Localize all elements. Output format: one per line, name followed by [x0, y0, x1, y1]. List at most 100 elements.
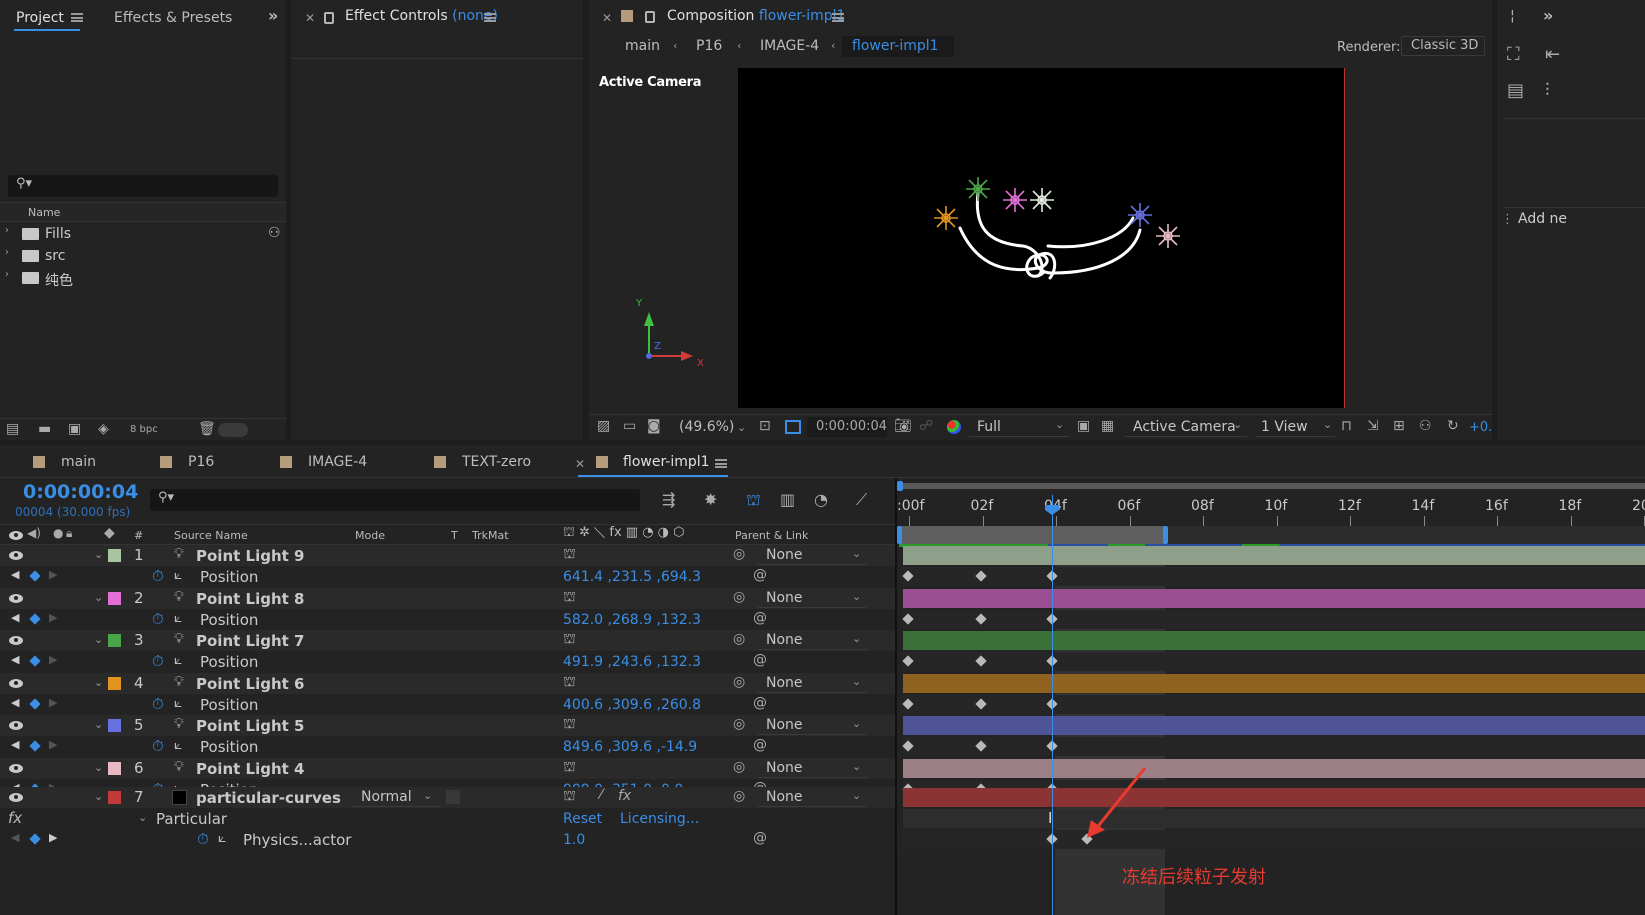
- property-row-position[interactable]: ◀ ▶ ⏱ ⟀ Position 641.4 ,231.5 ,694.3 @: [0, 566, 895, 587]
- parent-dropdown[interactable]: None ⌄: [758, 716, 866, 735]
- expression-pickwhip-icon[interactable]: @: [753, 610, 767, 626]
- parent-dropdown[interactable]: None ⌄: [758, 788, 866, 807]
- pickwhip-icon[interactable]: ◎: [733, 759, 745, 775]
- tab-text-zero[interactable]: TEXT-zero: [462, 454, 531, 470]
- visibility-eye-icon[interactable]: [9, 793, 23, 802]
- breadcrumb-image4[interactable]: IMAGE-4: [760, 38, 819, 54]
- tab-composition[interactable]: Composition flower-impl1: [667, 8, 845, 24]
- column-trkmat[interactable]: TrkMat: [472, 529, 509, 542]
- expression-pickwhip-icon[interactable]: @: [753, 737, 767, 753]
- graph-icon[interactable]: ⟀: [174, 737, 182, 753]
- motion-blur-icon[interactable]: ◔: [814, 490, 828, 509]
- next-keyframe-icon[interactable]: ▶: [49, 568, 57, 581]
- next-keyframe-icon[interactable]: ▶: [49, 653, 57, 666]
- layer-name[interactable]: Point Light 6: [196, 675, 304, 693]
- timeline-search-input[interactable]: ⚲▾: [150, 489, 640, 511]
- visibility-eye-icon[interactable]: [9, 594, 23, 603]
- graph-icon[interactable]: ⟀: [174, 610, 182, 626]
- layer-bar-6[interactable]: [903, 759, 1645, 778]
- region-of-interest-icon[interactable]: ▣: [1077, 418, 1090, 434]
- next-keyframe-icon[interactable]: ▶: [49, 738, 57, 751]
- current-time[interactable]: 0:00:00:04: [23, 481, 138, 503]
- overflow-chevron-icon[interactable]: »: [268, 6, 278, 25]
- property-value[interactable]: 641.4 ,231.5 ,694.3: [563, 569, 701, 585]
- camera-view-dropdown[interactable]: Active Camera ⌄: [1125, 417, 1247, 437]
- stopwatch-icon[interactable]: ⏱: [152, 567, 164, 585]
- overflow-chevron-icon[interactable]: »: [1543, 6, 1553, 25]
- camera-snapshot-icon[interactable]: 📷︎: [894, 418, 912, 434]
- stopwatch-icon[interactable]: ⏱: [152, 610, 164, 628]
- tab-project[interactable]: Project: [16, 10, 64, 26]
- layer-name[interactable]: Point Light 9: [196, 547, 304, 565]
- layer-bar-1[interactable]: [903, 546, 1645, 565]
- tab-effects-presets[interactable]: Effects & Presets: [114, 10, 232, 26]
- project-item-src[interactable]: › src: [0, 246, 286, 266]
- expression-pickwhip-icon[interactable]: @: [753, 695, 767, 711]
- quality-switch-icon[interactable]: ⁄: [600, 787, 602, 803]
- graph-icon[interactable]: ⟀: [174, 695, 182, 711]
- stopwatch-icon[interactable]: ⏱: [152, 737, 164, 755]
- chevron-down-icon[interactable]: ⌄: [737, 421, 746, 434]
- layer-name[interactable]: Point Light 8: [196, 590, 304, 608]
- effect-controls-menu-icon[interactable]: [484, 13, 496, 22]
- draft-3d-icon[interactable]: ✸: [704, 490, 717, 509]
- bpc-button[interactable]: 8 bpc: [130, 424, 158, 435]
- layer-bar-2[interactable]: [903, 589, 1645, 608]
- column-mode[interactable]: Mode: [355, 529, 385, 542]
- visibility-eye-icon[interactable]: [9, 764, 23, 773]
- prev-keyframe-icon[interactable]: ◀: [11, 696, 19, 709]
- close-tab-icon[interactable]: ✕: [602, 11, 612, 25]
- next-keyframe-icon[interactable]: ▶: [49, 831, 57, 844]
- graph-icon[interactable]: ⟀: [174, 652, 182, 668]
- mode-dropdown[interactable]: Normal ⌄: [353, 788, 441, 807]
- layer-label-color[interactable]: [108, 592, 121, 605]
- frame-blending-icon[interactable]: ▥: [780, 490, 795, 509]
- parent-dropdown[interactable]: None ⌄: [758, 546, 866, 565]
- effect-row-particular[interactable]: fx ⌄ Particular Reset Licensing...: [0, 808, 895, 829]
- layer-label-color[interactable]: [108, 677, 121, 690]
- rgb-channels-icon[interactable]: [947, 420, 961, 434]
- close-tab-icon[interactable]: ✕: [575, 457, 585, 471]
- stopwatch-icon[interactable]: ⏱: [197, 830, 209, 848]
- column-source-name[interactable]: Source Name: [174, 529, 248, 542]
- work-area-left-handle[interactable]: [897, 526, 902, 544]
- layer-expand-chevron-icon[interactable]: ⌄: [94, 790, 103, 803]
- safe-margins-icon[interactable]: ⊡: [759, 418, 771, 434]
- pickwhip-icon[interactable]: ◎: [733, 631, 745, 647]
- layer-bar-4[interactable]: [903, 674, 1645, 693]
- parent-dropdown[interactable]: None ⌄: [758, 631, 866, 650]
- timeline-menu-icon[interactable]: [715, 459, 727, 468]
- timecode-field[interactable]: 0:00:00:04: [807, 417, 887, 437]
- project-search-input[interactable]: ⚲▾: [8, 175, 278, 197]
- prev-keyframe-icon[interactable]: ◀: [11, 568, 19, 581]
- comp-flowchart-icon[interactable]: ⇶: [662, 490, 675, 509]
- expand-arrow-icon[interactable]: ›: [5, 225, 9, 236]
- column-parent-link[interactable]: Parent & Link: [735, 529, 808, 542]
- stopwatch-icon[interactable]: ⏱: [152, 695, 164, 713]
- shy-switch-icon[interactable]: ⛫: [563, 546, 576, 564]
- layer-bar-5[interactable]: [903, 716, 1645, 735]
- trash-icon[interactable]: 🗑: [198, 421, 216, 437]
- property-value[interactable]: 491.9 ,243.6 ,132.3: [563, 654, 701, 670]
- layer-name[interactable]: particular-curves: [196, 789, 341, 807]
- visibility-eye-icon[interactable]: [9, 721, 23, 730]
- licensing-link[interactable]: Licensing...: [620, 811, 699, 827]
- layer-label-color[interactable]: [108, 719, 121, 732]
- shy-switch-icon[interactable]: ⛫: [563, 589, 576, 607]
- layer-label-color[interactable]: [108, 762, 121, 775]
- exposure-value[interactable]: +0.: [1469, 420, 1492, 435]
- add-keyframe-icon[interactable]: [29, 570, 41, 582]
- shy-switch-icon[interactable]: ⛫: [563, 788, 576, 806]
- close-tab-icon[interactable]: ✕: [305, 11, 315, 25]
- composition-viewer[interactable]: [738, 68, 1344, 408]
- parent-dropdown[interactable]: None ⌄: [758, 674, 866, 693]
- pickwhip-icon[interactable]: ◎: [733, 788, 745, 804]
- align-icon[interactable]: ⇤: [1545, 44, 1560, 65]
- fast-previews-icon[interactable]: ⇲: [1367, 418, 1379, 434]
- expand-arrow-icon[interactable]: ›: [5, 269, 9, 280]
- lock-icon[interactable]: [645, 11, 655, 23]
- next-keyframe-icon[interactable]: ▶: [49, 696, 57, 709]
- grip-icon[interactable]: ⋮: [1501, 212, 1514, 227]
- visibility-eye-icon[interactable]: [9, 679, 23, 688]
- layer-name[interactable]: Point Light 4: [196, 760, 304, 778]
